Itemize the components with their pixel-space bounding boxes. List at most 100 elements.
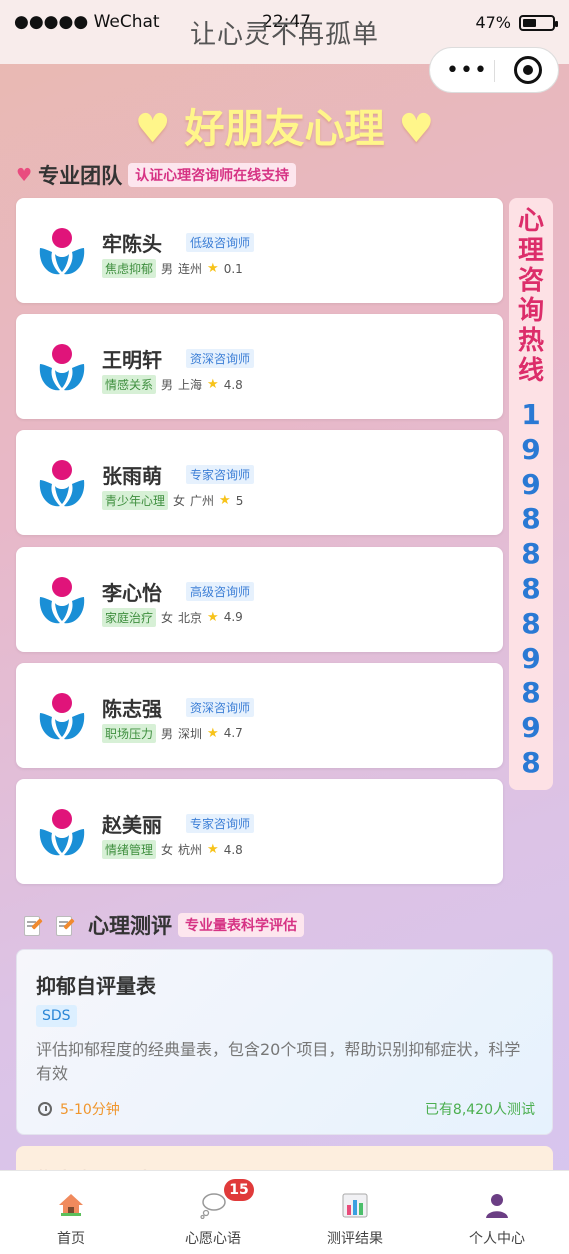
counselor-card[interactable]: 王明轩 资深咨询师情感关系男上海 ★ 4.8 xyxy=(16,314,503,420)
tab-bar: 首页 15 心愿心语 测评结果 个人中心 xyxy=(0,1170,569,1254)
team-section-header: ♥ 专业团队 认证心理咨询师在线支持 xyxy=(16,160,297,190)
hotline-label-char: 热 xyxy=(517,326,544,356)
tab-home-label: 首页 xyxy=(57,1231,85,1247)
memo-icon xyxy=(54,914,75,936)
hotline-label-char: 理 xyxy=(517,236,544,266)
hotline-digit: 8 xyxy=(521,537,541,571)
star-icon: ★ xyxy=(207,377,219,393)
counselor-name: 陈志强 xyxy=(102,696,162,721)
hotline-label-char: 询 xyxy=(517,296,544,326)
hotline-digit: 9 xyxy=(521,641,541,675)
counselor-rating: 4.9 xyxy=(223,610,243,625)
counselor-card[interactable]: 赵美丽 专家咨询师情绪管理女杭州 ★ 4.8 xyxy=(16,779,503,884)
tab-profile-label: 个人中心 xyxy=(469,1231,525,1247)
counselor-rating: 4.8 xyxy=(223,842,243,857)
counselor-meta: 青少年心理女广州 ★ 5 xyxy=(102,491,243,511)
hotline-digit: 9 xyxy=(521,432,541,466)
evaluation-code-badge: SDS xyxy=(36,1005,77,1027)
counselor-specialty: 情感关系 xyxy=(102,375,157,395)
hotline-digit: 9 xyxy=(521,711,541,745)
counselor-rating: 4.8 xyxy=(223,377,243,392)
counselor-name: 王明轩 xyxy=(102,348,162,373)
eval-section-header: 心理测评 专业量表科学评估 xyxy=(22,910,304,940)
capsule-divider xyxy=(494,60,495,82)
counselor-name: 李心怡 xyxy=(102,580,162,605)
page-title: 让心灵不再孤单 xyxy=(189,20,379,50)
hotline-digit: 8 xyxy=(521,572,541,605)
tab-profile[interactable]: 个人中心 xyxy=(426,1171,568,1254)
counselor-meta: 职场压力男深圳 ★ 4.7 xyxy=(102,723,243,743)
evaluation-duration-text: 5-10分钟 xyxy=(60,1102,120,1118)
evaluation-title: 抑郁自评量表 xyxy=(36,974,156,998)
counselor-meta: 情感关系男上海 ★ 4.8 xyxy=(102,375,243,395)
counselor-name: 赵美丽 xyxy=(102,813,162,837)
counselor-avatar-icon xyxy=(39,344,85,391)
counselor-card[interactable]: 李心怡 高级咨询师 家庭治疗女北京 ★ 4.9 xyxy=(16,546,503,652)
counselor-gender: 女 xyxy=(161,843,174,857)
counselor-gender: 女 xyxy=(161,610,174,625)
more-icon[interactable]: ••• xyxy=(446,58,488,83)
counselor-rating: 4.7 xyxy=(223,726,243,741)
counselor-card[interactable]: 张雨萌 专家咨询师 青少年心理女广州 ★ 5 xyxy=(16,430,503,536)
counselor-city: 连州 xyxy=(178,262,203,276)
star-icon: ★ xyxy=(207,609,219,625)
page: ●●●●● WeChat 22:47 47% 让心灵不再孤单 ••• ♥ 好朋友… xyxy=(0,0,569,1254)
counselor-level-badge: 专家咨询师 xyxy=(186,814,255,833)
tab-wishes[interactable]: 15 心愿心语 xyxy=(142,1171,284,1254)
thought-bubble-icon xyxy=(200,1193,226,1219)
star-icon: ★ xyxy=(207,725,219,741)
counselor-level-badge: 资深咨询师 xyxy=(186,349,255,369)
hotline-banner[interactable]: 心理咨询热线19988889898 xyxy=(509,198,553,790)
evaluation-tested-count: 已有8,420人测试 xyxy=(424,1102,535,1118)
house-icon xyxy=(59,1194,83,1216)
counselor-city: 广州 xyxy=(190,494,215,509)
eval-section-title: 心理测评 xyxy=(88,914,172,938)
unread-badge: 15 xyxy=(224,1179,254,1201)
hotline-digit: 8 xyxy=(521,746,541,779)
evaluation-duration: 5-10分钟 xyxy=(38,1099,120,1119)
evaluation-card[interactable]: 抑郁自评量表 SDS 评估抑郁程度的经典量表，包含20个项目，帮助识别抑郁症状，… xyxy=(16,949,553,1135)
counselor-level-badge: 高级咨询师 xyxy=(186,581,255,601)
counselor-rating: 0.1 xyxy=(223,261,243,276)
bar-chart-icon xyxy=(342,1193,368,1218)
counselor-specialty: 家庭治疗 xyxy=(102,607,157,627)
tab-results[interactable]: 测评结果 xyxy=(284,1171,426,1254)
counselor-avatar-icon xyxy=(39,809,85,856)
hotline-digit: 8 xyxy=(521,676,541,710)
mini-program-capsule[interactable]: ••• xyxy=(429,47,559,93)
evaluation-description: 评估抑郁程度的经典量表，包含20个项目，帮助识别抑郁症状，科学有效 xyxy=(36,1040,521,1083)
counselor-level-badge: 资深咨询师 xyxy=(186,697,255,717)
counselor-city: 杭州 xyxy=(178,843,203,857)
counselor-avatar-icon xyxy=(39,228,85,275)
counselor-meta: 情绪管理女杭州 ★ 4.8 xyxy=(102,840,243,859)
team-section-tag: 认证心理咨询师在线支持 xyxy=(128,163,297,187)
hotline-digit: 9 xyxy=(521,467,541,501)
person-icon xyxy=(486,1194,508,1218)
counselor-avatar-icon xyxy=(39,692,85,740)
star-icon: ★ xyxy=(207,842,219,857)
counselor-specialty: 青少年心理 xyxy=(102,491,169,511)
heart-icon: ♥ xyxy=(16,164,33,186)
counselor-specialty: 情绪管理 xyxy=(102,840,157,859)
counselor-level-badge: 专家咨询师 xyxy=(186,465,255,485)
counselor-city: 深圳 xyxy=(178,726,203,741)
eval-section-tag: 专业量表科学评估 xyxy=(178,913,304,937)
counselor-specialty: 焦虑抑郁 xyxy=(102,259,157,278)
hotline-label: 心理咨询热线 xyxy=(509,206,553,386)
counselor-card[interactable]: 陈志强 资深咨询师职场压力男深圳 ★ 4.7 xyxy=(16,662,503,768)
counselor-city: 上海 xyxy=(178,378,203,393)
hotline-digit: 8 xyxy=(521,606,541,640)
counselor-gender: 男 xyxy=(161,262,174,276)
counselor-name: 牢陈头 xyxy=(102,232,162,256)
star-icon: ★ xyxy=(207,261,219,276)
close-miniprogram-icon[interactable] xyxy=(514,56,542,84)
counselor-card[interactable]: 牢陈头 低级咨询师 焦虑抑郁男连州 ★ 0.1 xyxy=(16,198,503,303)
tab-results-label: 测评结果 xyxy=(327,1231,383,1247)
tab-home[interactable]: 首页 xyxy=(0,1171,142,1254)
counselor-gender: 男 xyxy=(161,726,174,741)
brand-title: ♥ 好朋友心理 ♥ xyxy=(134,106,435,152)
memo-icon xyxy=(22,914,43,936)
counselor-specialty: 职场压力 xyxy=(102,723,157,743)
counselor-avatar-icon xyxy=(39,576,85,623)
counselor-gender: 男 xyxy=(161,378,174,393)
